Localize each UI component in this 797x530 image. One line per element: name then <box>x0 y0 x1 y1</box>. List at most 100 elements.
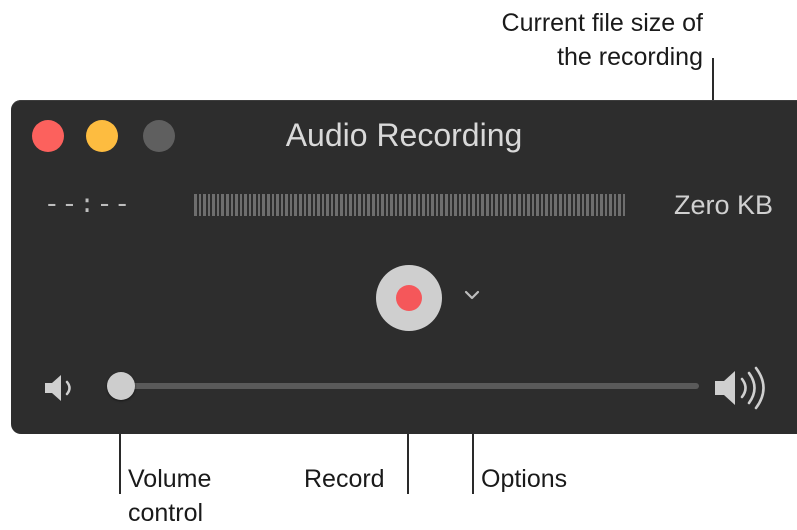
level-meter-segment <box>262 194 265 216</box>
level-meter-segment <box>371 194 375 216</box>
level-meter-segment <box>476 194 480 216</box>
audio-recording-window: Audio Recording --:-- Zero KB <box>11 100 797 434</box>
level-meter-segment <box>408 194 411 216</box>
level-meter-segment <box>312 194 316 216</box>
level-meter-segment <box>467 194 471 216</box>
level-meter-segment <box>435 194 439 216</box>
level-meter-segment <box>317 194 320 216</box>
level-meter-segment <box>194 194 197 216</box>
record-dot-icon <box>396 285 422 311</box>
level-meter <box>194 194 626 216</box>
level-meter-segment <box>248 194 252 216</box>
level-meter-segment <box>399 194 402 216</box>
volume-slider-track[interactable] <box>121 383 699 389</box>
level-meter-segment <box>358 194 361 216</box>
speaker-high-icon <box>715 366 765 410</box>
level-meter-segment <box>604 194 608 216</box>
level-meter-segment <box>522 194 526 216</box>
level-meter-segment <box>622 194 626 216</box>
level-meter-segment <box>495 194 498 216</box>
level-meter-segment <box>590 194 594 216</box>
level-meter-segment <box>417 194 421 216</box>
level-meter-segment <box>207 194 211 216</box>
level-meter-segment <box>285 194 288 216</box>
level-meter-segment <box>559 194 562 216</box>
file-size-readout: Zero KB <box>673 190 773 220</box>
level-meter-segment <box>490 194 494 216</box>
level-meter-segment <box>609 194 612 216</box>
level-meter-segment <box>481 194 484 216</box>
volume-slider-knob[interactable] <box>107 372 135 400</box>
level-meter-segment <box>595 194 599 216</box>
level-meter-segment <box>472 194 475 216</box>
record-button[interactable] <box>376 265 442 331</box>
level-meter-segment <box>545 194 548 216</box>
level-meter-segment <box>413 194 416 216</box>
level-meter-segment <box>253 194 256 216</box>
level-meter-segment <box>203 194 206 216</box>
level-meter-segment <box>330 194 334 216</box>
level-meter-segment <box>549 194 553 216</box>
level-meter-segment <box>577 194 580 216</box>
level-meter-segment <box>568 194 571 216</box>
chevron-down-icon[interactable] <box>464 288 480 302</box>
level-meter-segment <box>385 194 389 216</box>
level-meter-segment <box>531 194 535 216</box>
level-meter-segment <box>563 194 567 216</box>
level-meter-segment <box>257 194 261 216</box>
level-meter-segment <box>486 194 489 216</box>
level-meter-segment <box>230 194 234 216</box>
level-meter-segment <box>540 194 544 216</box>
level-meter-segment <box>239 194 243 216</box>
level-meter-segment <box>454 194 457 216</box>
file-size-callout: Current file size of the recording <box>501 9 703 71</box>
level-meter-segment <box>508 194 512 216</box>
level-meter-segment <box>613 194 617 216</box>
level-meter-segment <box>216 194 220 216</box>
level-meter-segment <box>586 194 589 216</box>
level-meter-segment <box>554 194 557 216</box>
level-meter-segment <box>422 194 425 216</box>
level-meter-segment <box>513 194 516 216</box>
level-meter-segment <box>440 194 443 216</box>
level-meter-segment <box>618 194 621 216</box>
options-callout: Options <box>481 465 568 493</box>
level-meter-segment <box>362 194 366 216</box>
level-meter-segment <box>340 194 343 216</box>
level-meter-segment <box>298 194 302 216</box>
level-meter-segment <box>463 194 466 216</box>
level-meter-segment <box>390 194 393 216</box>
level-meter-segment <box>221 194 224 216</box>
level-meter-segment <box>458 194 462 216</box>
level-meter-segment <box>517 194 521 216</box>
level-meter-segment <box>308 194 311 216</box>
level-meter-segment <box>321 194 325 216</box>
level-meter-segment <box>225 194 229 216</box>
volume-callout: Volume control <box>128 465 212 527</box>
level-meter-segment <box>353 194 357 216</box>
level-meter-segment <box>303 194 307 216</box>
level-meter-segment <box>267 194 270 216</box>
level-meter-segment <box>294 194 297 216</box>
level-meter-segment <box>426 194 430 216</box>
level-meter-segment <box>349 194 352 216</box>
level-meter-segment <box>198 194 202 216</box>
level-meter-segment <box>536 194 539 216</box>
level-meter-segment <box>449 194 453 216</box>
level-meter-segment <box>581 194 585 216</box>
level-meter-segment <box>212 194 215 216</box>
record-callout: Record <box>304 465 385 493</box>
elapsed-time: --:-- <box>44 190 133 220</box>
level-meter-segment <box>527 194 530 216</box>
level-meter-segment <box>394 194 398 216</box>
level-meter-segment <box>499 194 503 216</box>
level-meter-segment <box>403 194 407 216</box>
level-meter-segment <box>367 194 370 216</box>
speaker-low-icon <box>45 375 71 401</box>
window-title: Audio Recording <box>285 117 523 153</box>
level-meter-segment <box>244 194 247 216</box>
level-meter-segment <box>431 194 434 216</box>
level-meter-segment <box>376 194 380 216</box>
level-meter-segment <box>271 194 275 216</box>
level-meter-segment <box>504 194 507 216</box>
